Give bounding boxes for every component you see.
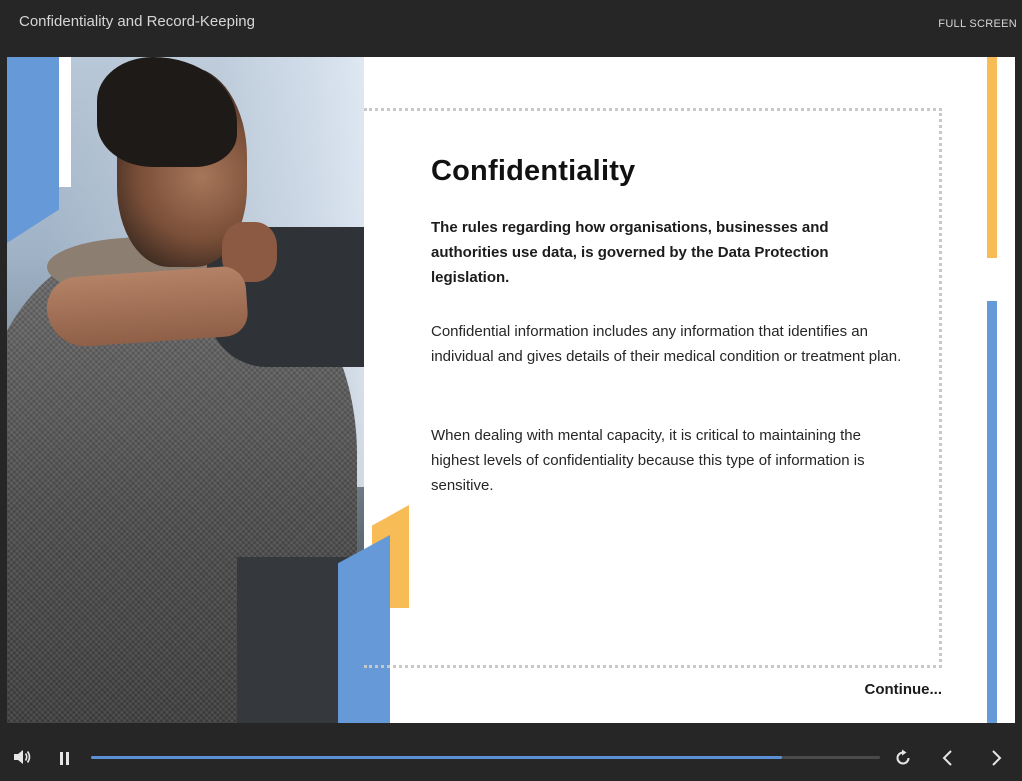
chevron-right-icon bbox=[992, 750, 1002, 766]
content-dotted-frame bbox=[364, 108, 942, 668]
decor-right-blue-bar bbox=[987, 301, 997, 723]
fullscreen-button[interactable]: FULL SCREEN bbox=[938, 18, 1017, 30]
slide-heading: Confidentiality bbox=[431, 155, 636, 187]
chevron-left-icon bbox=[942, 750, 952, 766]
pause-icon[interactable] bbox=[54, 748, 74, 768]
photo-hair bbox=[97, 57, 237, 167]
prev-icon[interactable] bbox=[938, 748, 958, 768]
next-icon[interactable] bbox=[986, 748, 1006, 768]
photo-hand-on-shoulder bbox=[44, 265, 250, 349]
continue-button[interactable]: Continue... bbox=[865, 681, 943, 698]
player-controls bbox=[0, 723, 1022, 781]
decor-white-notch bbox=[59, 57, 71, 187]
slide-paragraph-1: Confidential information includes any in… bbox=[431, 323, 902, 365]
decor-right-yellow-bar bbox=[987, 57, 997, 258]
volume-icon-glyph bbox=[14, 750, 31, 764]
volume-icon[interactable] bbox=[11, 747, 33, 767]
progress-bar[interactable] bbox=[91, 756, 880, 759]
course-title: Confidentiality and Record-Keeping bbox=[19, 13, 255, 30]
slide-paragraph-2: When dealing with mental capacity, it is… bbox=[431, 427, 865, 494]
slide-canvas: Confidentiality The rules regarding how … bbox=[7, 57, 1015, 723]
progress-bar-fill bbox=[91, 756, 783, 759]
slide-lead-text: The rules regarding how organisations, b… bbox=[431, 219, 829, 286]
replay-icon[interactable] bbox=[893, 748, 913, 768]
replay-icon-glyph bbox=[896, 749, 910, 765]
top-bar: Confidentiality and Record-Keeping FULL … bbox=[0, 0, 1022, 57]
